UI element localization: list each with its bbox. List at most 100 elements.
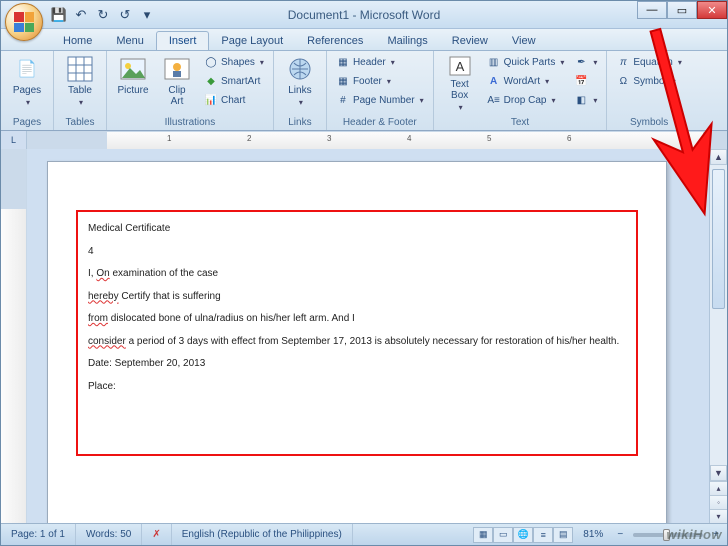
clipart-label: Clip Art: [168, 85, 185, 107]
qat-more-icon[interactable]: ▾: [137, 5, 157, 25]
window-controls: — ▭ ✕: [637, 1, 727, 19]
repeat-icon[interactable]: ↺: [115, 5, 135, 25]
chart-button[interactable]: 📊Chart: [201, 91, 267, 109]
vertical-ruler[interactable]: [1, 149, 27, 523]
smartart-button[interactable]: ◆SmartArt: [201, 72, 267, 90]
links-button[interactable]: Links▾: [280, 53, 320, 111]
shapes-button[interactable]: ◯Shapes▾: [201, 53, 267, 71]
ribbon-tabs: Home Menu Insert Page Layout References …: [1, 29, 727, 51]
object-button[interactable]: ◧▾: [571, 91, 600, 109]
status-proof[interactable]: ✗: [142, 524, 171, 545]
view-draft[interactable]: ▤: [553, 527, 573, 543]
view-print-layout[interactable]: ▦: [473, 527, 493, 543]
title-bar: 💾 ↶ ↻ ↺ ▾ Document1 - Microsoft Word — ▭…: [1, 1, 727, 29]
scroll-track[interactable]: [710, 165, 727, 465]
scroll-thumb[interactable]: [712, 169, 725, 309]
vertical-scrollbar[interactable]: ▲ ▼ ▴ ◦ ▾: [709, 149, 727, 523]
page[interactable]: Medical Certificate4I, On examination of…: [47, 161, 667, 523]
textbox-button[interactable]: A Text Box▾: [440, 53, 480, 111]
pages-button[interactable]: 📄 Pages▾: [7, 53, 47, 111]
textbox-label: Text Box: [450, 79, 468, 101]
tab-insert[interactable]: Insert: [156, 31, 210, 50]
group-symbols-label: Symbols: [613, 115, 685, 130]
quick-access-toolbar: 💾 ↶ ↻ ↺ ▾: [49, 5, 157, 25]
zoom-slider[interactable]: [633, 533, 703, 537]
zoom-in-icon[interactable]: +: [709, 529, 727, 540]
view-buttons: ▦ ▭ 🌐 ≡ ▤: [473, 527, 573, 543]
symbol-button[interactable]: ΩSymbol▾: [613, 72, 685, 90]
tab-references[interactable]: References: [295, 32, 375, 50]
clipart-button[interactable]: Clip Art: [157, 53, 197, 111]
minimize-button[interactable]: —: [637, 1, 667, 19]
textbox-icon: A: [446, 55, 474, 77]
tab-home[interactable]: Home: [51, 32, 104, 50]
zoom-out-icon[interactable]: −: [613, 529, 627, 540]
view-web[interactable]: 🌐: [513, 527, 533, 543]
group-pages-label: Pages: [7, 115, 47, 130]
ruler-tick: 6: [567, 134, 571, 143]
tab-view[interactable]: View: [500, 32, 548, 50]
horizontal-ruler[interactable]: 1 2 3 4 5 6: [27, 131, 727, 149]
equation-button[interactable]: πEquation▾: [613, 53, 685, 71]
chart-label: Chart: [221, 95, 245, 106]
pages-label: Pages: [13, 85, 41, 96]
prev-page-icon[interactable]: ▴: [710, 481, 727, 495]
zoom-knob[interactable]: [663, 529, 670, 541]
table-button[interactable]: Table▾: [60, 53, 100, 111]
group-text: A Text Box▾ ▥Quick Parts▾ AWordArt▾ A≡Dr…: [434, 51, 608, 130]
header-label: Header: [353, 57, 386, 68]
footer-label: Footer: [353, 76, 382, 87]
tab-review[interactable]: Review: [440, 32, 500, 50]
tab-menu[interactable]: Menu: [104, 32, 156, 50]
redo-icon[interactable]: ↻: [93, 5, 113, 25]
ruler-tick: 3: [327, 134, 331, 143]
group-pages: 📄 Pages▾ Pages: [1, 51, 54, 130]
pages-icon: 📄: [13, 55, 41, 83]
picture-icon: [119, 55, 147, 83]
signature-button[interactable]: ✒▾: [571, 53, 600, 71]
scroll-up-icon[interactable]: ▲: [710, 149, 727, 165]
group-hf-label: Header & Footer: [333, 115, 427, 130]
view-outline[interactable]: ≡: [533, 527, 553, 543]
scroll-down-icon[interactable]: ▼: [710, 465, 727, 481]
browse-object-icon[interactable]: ◦: [710, 495, 727, 509]
group-illustrations: Picture Clip Art ◯Shapes▾ ◆SmartArt 📊Cha…: [107, 51, 274, 130]
document-body[interactable]: Medical Certificate4I, On examination of…: [88, 222, 626, 393]
group-links-label: Links: [280, 115, 320, 130]
datetime-button[interactable]: 📅: [571, 72, 600, 90]
datetime-icon: 📅: [574, 74, 588, 88]
office-button[interactable]: [5, 3, 45, 43]
status-language[interactable]: English (Republic of the Philippines): [172, 524, 353, 545]
maximize-button[interactable]: ▭: [667, 1, 697, 19]
equation-label: Equation: [633, 57, 672, 68]
tab-page-layout[interactable]: Page Layout: [209, 32, 295, 50]
next-page-icon[interactable]: ▾: [710, 509, 727, 523]
wordart-button[interactable]: AWordArt▾: [484, 72, 568, 90]
clipart-icon: [163, 55, 191, 83]
quickparts-icon: ▥: [487, 55, 501, 69]
wordart-label: WordArt: [504, 76, 541, 87]
page-viewport: Medical Certificate4I, On examination of…: [27, 149, 709, 523]
picture-button[interactable]: Picture: [113, 53, 153, 111]
ruler-tick: 5: [487, 134, 491, 143]
status-words[interactable]: Words: 50: [76, 524, 142, 545]
undo-icon[interactable]: ↶: [71, 5, 91, 25]
group-header-footer: ▦Header▾ ▦Footer▾ #Page Number▾ Header &…: [327, 51, 434, 130]
ruler-tick: 4: [407, 134, 411, 143]
header-button[interactable]: ▦Header▾: [333, 53, 427, 71]
save-icon[interactable]: 💾: [49, 5, 69, 25]
quickparts-button[interactable]: ▥Quick Parts▾: [484, 53, 568, 71]
dropcap-label: Drop Cap: [504, 95, 547, 106]
footer-button[interactable]: ▦Footer▾: [333, 72, 427, 90]
page-number-button[interactable]: #Page Number▾: [333, 91, 427, 109]
ruler-tick: 2: [247, 134, 251, 143]
close-button[interactable]: ✕: [697, 1, 727, 19]
document-area: Medical Certificate4I, On examination of…: [1, 149, 727, 523]
view-full-screen[interactable]: ▭: [493, 527, 513, 543]
group-tables-label: Tables: [60, 115, 100, 130]
dropcap-button[interactable]: A≡Drop Cap▾: [484, 91, 568, 109]
status-page[interactable]: Page: 1 of 1: [1, 524, 76, 545]
group-tables: Table▾ Tables: [54, 51, 107, 130]
zoom-level[interactable]: 81%: [573, 524, 613, 545]
tab-mailings[interactable]: Mailings: [375, 32, 439, 50]
